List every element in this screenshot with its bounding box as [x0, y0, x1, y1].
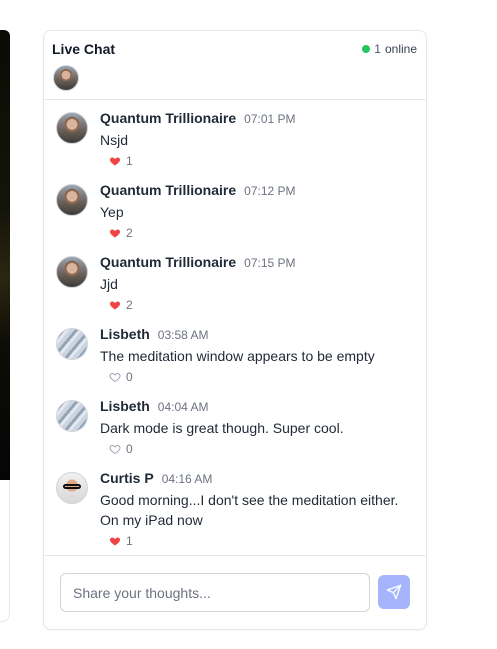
send-button[interactable] [378, 575, 410, 609]
message-author[interactable]: Quantum Trillionaire [100, 182, 236, 198]
message-time: 04:16 AM [161, 472, 213, 486]
online-status-dot-icon [362, 45, 371, 53]
like-count: 2 [126, 226, 133, 240]
like-button[interactable]: 1 [109, 153, 418, 169]
avatar[interactable] [56, 400, 88, 432]
like-button[interactable]: 0 [109, 441, 418, 457]
chat-header: Live Chat 1 online [44, 31, 426, 100]
avatar [53, 65, 79, 91]
avatar[interactable] [56, 256, 88, 288]
like-button[interactable]: 2 [109, 225, 418, 241]
like-button[interactable]: 2 [109, 297, 418, 313]
message-text: Yep [100, 204, 124, 220]
avatar[interactable] [56, 472, 88, 504]
live-chat-panel: Live Chat 1 online Quantum Trillionaire … [43, 30, 427, 630]
chat-title: Live Chat [52, 41, 116, 57]
message-text: Jjd [100, 276, 118, 292]
message-time: 03:58 AM [157, 328, 209, 342]
online-user-avatar[interactable] [53, 65, 79, 91]
chat-composer [44, 555, 426, 629]
heart-filled-icon [109, 229, 121, 238]
avatar[interactable] [56, 328, 88, 360]
heart-filled-icon [109, 537, 121, 546]
online-label: online [384, 42, 417, 56]
message-author[interactable]: Lisbeth [100, 326, 150, 342]
online-count: 1 [374, 42, 381, 56]
like-count: 0 [126, 370, 133, 384]
like-button[interactable]: 0 [109, 369, 418, 385]
message-list[interactable]: Quantum Trillionaire 07:01 PM Nsjd 1 Qua… [44, 100, 426, 557]
heart-filled-icon [109, 157, 121, 166]
message-text: Dark mode is great though. Super cool. [100, 420, 344, 436]
paper-plane-icon [386, 584, 402, 600]
chat-message-input[interactable] [60, 573, 370, 612]
heart-outline-icon [109, 444, 121, 455]
message-time: 07:01 PM [244, 112, 296, 126]
like-count: 1 [126, 154, 133, 168]
message-text: The meditation window appears to be empt… [100, 348, 375, 364]
avatar[interactable] [56, 112, 88, 144]
message-time: 07:12 PM [244, 184, 296, 198]
like-count: 2 [126, 298, 133, 312]
message-text: Nsjd [100, 132, 129, 148]
message-text: Good morning...I don't see the meditatio… [100, 492, 399, 528]
message-time: 04:04 AM [157, 400, 209, 414]
avatar[interactable] [56, 184, 88, 216]
online-indicator: 1 online [362, 42, 417, 56]
like-button[interactable]: 1 [109, 533, 418, 549]
like-count: 1 [126, 534, 133, 548]
message-author[interactable]: Curtis P [100, 470, 154, 486]
heart-filled-icon [109, 301, 121, 310]
message-time: 07:15 PM [244, 256, 296, 270]
heart-outline-icon [109, 372, 121, 383]
message-author[interactable]: Quantum Trillionaire [100, 254, 236, 270]
like-count: 0 [126, 442, 133, 456]
message-author[interactable]: Quantum Trillionaire [100, 110, 236, 126]
video-player[interactable] [0, 30, 10, 480]
message-author[interactable]: Lisbeth [100, 398, 150, 414]
